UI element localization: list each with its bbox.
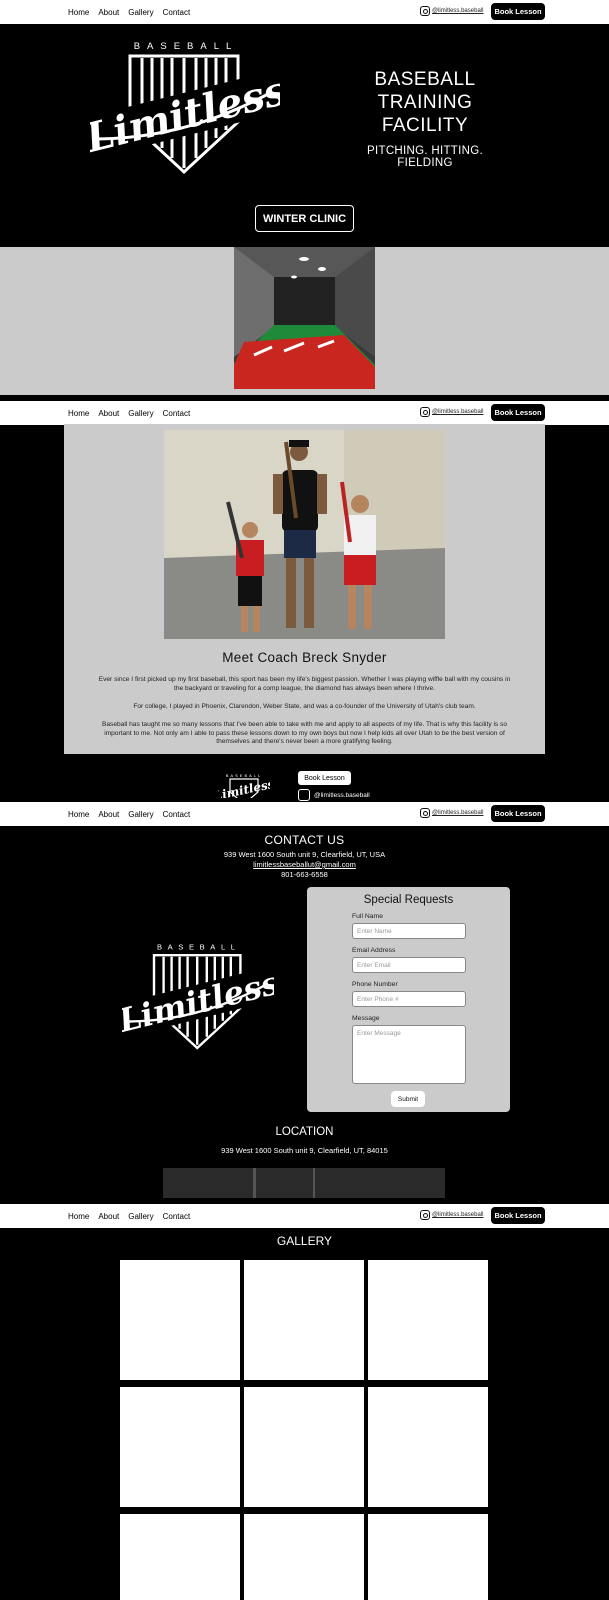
nav-gallery[interactable]: Gallery xyxy=(128,409,153,418)
full-name-field[interactable]: Enter Name xyxy=(352,923,466,939)
contact-title: CONTACT US xyxy=(264,833,345,847)
hero-title-line: FACILITY xyxy=(381,115,469,136)
phone-field[interactable]: Enter Phone # xyxy=(352,991,466,1007)
nav-contact[interactable]: Contact xyxy=(163,409,191,418)
nav-bar: Home About Gallery Contact @limitless.ba… xyxy=(0,1204,609,1228)
contact-email-link[interactable]: limitlessbaseballut@gmail.com xyxy=(0,860,609,869)
logo-top-word: BASEBALL xyxy=(226,773,262,778)
contact-logo: BASEBALL Limitless xyxy=(122,943,274,1050)
gallery-image[interactable] xyxy=(244,1387,364,1507)
nav-contact[interactable]: Contact xyxy=(163,1212,191,1221)
message-label: Message xyxy=(352,1015,380,1022)
instagram-handle: @limitless.baseball xyxy=(432,1212,484,1218)
book-lesson-button[interactable]: Book Lesson xyxy=(491,404,545,421)
instagram-icon xyxy=(420,6,430,16)
about-paragraph: For college, I played in Phoenix, Claren… xyxy=(133,703,476,710)
nav-gallery[interactable]: Gallery xyxy=(128,810,153,819)
instagram-handle: @limitless.baseball xyxy=(314,791,370,799)
hero-heading: BASEBALL TRAINING FACILITY PITCHING. HIT… xyxy=(340,68,510,169)
nav-links: Home About Gallery Contact xyxy=(68,1204,190,1228)
gallery-image[interactable] xyxy=(368,1514,488,1600)
nav-about[interactable]: About xyxy=(98,8,119,17)
hero-title-line: TRAINING xyxy=(377,92,473,113)
winter-clinic-button[interactable]: WINTER CLINIC xyxy=(255,205,354,232)
top-nav: Home About Gallery Contact @limitless.ba… xyxy=(0,0,609,24)
nav-home[interactable]: Home xyxy=(68,409,89,418)
book-lesson-button[interactable]: Book Lesson xyxy=(491,805,545,822)
instagram-link[interactable]: @limitless.baseball xyxy=(420,6,483,16)
gallery-image[interactable] xyxy=(120,1387,240,1507)
location-title: LOCATION xyxy=(275,1126,334,1138)
about-title: Meet Coach Breck Snyder xyxy=(222,650,387,665)
page: Home About Gallery Contact @limitless.ba… xyxy=(0,0,609,1600)
nav-gallery[interactable]: Gallery xyxy=(128,8,153,17)
gallery-image[interactable] xyxy=(120,1260,240,1380)
contact-phone: 801-663-6558 xyxy=(281,870,328,879)
instagram-link[interactable]: @limitless.baseball xyxy=(420,808,483,818)
about-paragraph: Ever since I first picked up my first ba… xyxy=(98,676,511,692)
phone-label: Phone Number xyxy=(352,981,398,988)
nav-contact[interactable]: Contact xyxy=(163,810,191,819)
about-panel: Meet Coach Breck Snyder Ever since I fir… xyxy=(64,424,545,754)
coach-photo xyxy=(164,430,445,639)
instagram-icon xyxy=(298,789,310,801)
facility-photo xyxy=(234,247,375,389)
contact-address: 939 West 1600 South unit 9, Clearfield, … xyxy=(223,850,386,859)
nav-home[interactable]: Home xyxy=(68,1212,89,1221)
location-address: 939 West 1600 South unit 9, Clearfield, … xyxy=(221,1146,388,1155)
nav-contact[interactable]: Contact xyxy=(163,8,191,17)
instagram-handle: @limitless.baseball xyxy=(432,8,484,14)
nav-about[interactable]: About xyxy=(98,1212,119,1221)
location-map[interactable] xyxy=(163,1168,445,1198)
special-requests-form: Special Requests Full Name Enter Name Em… xyxy=(307,887,510,1112)
instagram-link[interactable]: @limitless.baseball xyxy=(420,1210,483,1220)
submit-button[interactable]: Submit xyxy=(391,1091,425,1107)
nav-links: Home About Gallery Contact xyxy=(68,401,190,425)
footer-book-button[interactable]: Book Lesson xyxy=(298,771,351,785)
hero-subtitle: PITCHING. HITTING. FIELDING xyxy=(367,145,483,169)
email-label: Email Address xyxy=(352,947,396,954)
logo-script-word: Limitless xyxy=(218,777,270,798)
instagram-icon xyxy=(420,808,430,818)
nav-home[interactable]: Home xyxy=(68,810,89,819)
nav-home[interactable]: Home xyxy=(68,8,89,17)
gallery-image[interactable] xyxy=(244,1514,364,1600)
nav-bar: Home About Gallery Contact @limitless.ba… xyxy=(0,401,609,425)
nav-about[interactable]: About xyxy=(98,810,119,819)
footer-logo: BASEBALL Limitless xyxy=(218,773,270,798)
nav-bar: Home About Gallery Contact @limitless.ba… xyxy=(0,802,609,826)
gallery-title: GALLERY xyxy=(276,1234,333,1248)
logo-top-word: BASEBALL xyxy=(157,943,241,952)
full-name-label: Full Name xyxy=(352,913,383,920)
hero-title-line: BASEBALL xyxy=(374,69,476,90)
instagram-handle: @limitless.baseball xyxy=(432,810,484,816)
gallery-image[interactable] xyxy=(120,1514,240,1600)
instagram-link[interactable]: @limitless.baseball xyxy=(420,407,483,417)
nav-links: Home About Gallery Contact xyxy=(68,0,190,24)
about-paragraph: Baseball has taught me so many lessons t… xyxy=(101,721,508,745)
gallery-image[interactable] xyxy=(368,1387,488,1507)
email-field[interactable]: Enter Email xyxy=(352,957,466,973)
footer-instagram-link[interactable]: @limitless.baseball xyxy=(298,789,370,801)
nav-gallery[interactable]: Gallery xyxy=(128,1212,153,1221)
message-field[interactable]: Enter Message xyxy=(352,1025,466,1084)
book-lesson-button[interactable]: Book Lesson xyxy=(491,3,545,20)
instagram-handle: @limitless.baseball xyxy=(432,409,484,415)
form-title: Special Requests xyxy=(363,894,454,906)
nav-about[interactable]: About xyxy=(98,409,119,418)
book-lesson-button[interactable]: Book Lesson xyxy=(491,1207,545,1224)
hero-logo: BASEBALL Limitless xyxy=(90,41,280,175)
gallery-image[interactable] xyxy=(244,1260,364,1380)
instagram-icon xyxy=(420,407,430,417)
logo-top-word: BASEBALL xyxy=(134,41,239,52)
gallery-image[interactable] xyxy=(368,1260,488,1380)
instagram-icon xyxy=(420,1210,430,1220)
nav-links: Home About Gallery Contact xyxy=(68,802,190,826)
